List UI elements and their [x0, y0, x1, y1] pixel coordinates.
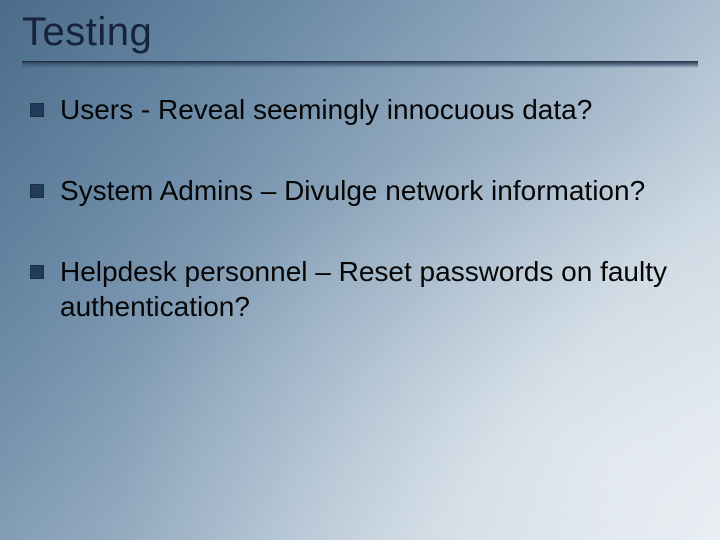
list-item: Users - Reveal seemingly innocuous data? [30, 92, 680, 127]
content-area: Users - Reveal seemingly innocuous data?… [30, 92, 680, 370]
list-item: Helpdesk personnel – Reset passwords on … [30, 254, 680, 324]
bullet-text: Users - Reveal seemingly innocuous data? [60, 92, 592, 127]
title-underline [22, 61, 698, 68]
square-bullet-icon [30, 103, 44, 117]
slide-title: Testing [22, 10, 698, 55]
bullet-text: Helpdesk personnel – Reset passwords on … [60, 254, 680, 324]
list-item: System Admins – Divulge network informat… [30, 173, 680, 208]
square-bullet-icon [30, 265, 44, 279]
bullet-text: System Admins – Divulge network informat… [60, 173, 645, 208]
square-bullet-icon [30, 184, 44, 198]
title-area: Testing [22, 10, 698, 68]
slide: Testing Users - Reveal seemingly innocuo… [0, 0, 720, 540]
